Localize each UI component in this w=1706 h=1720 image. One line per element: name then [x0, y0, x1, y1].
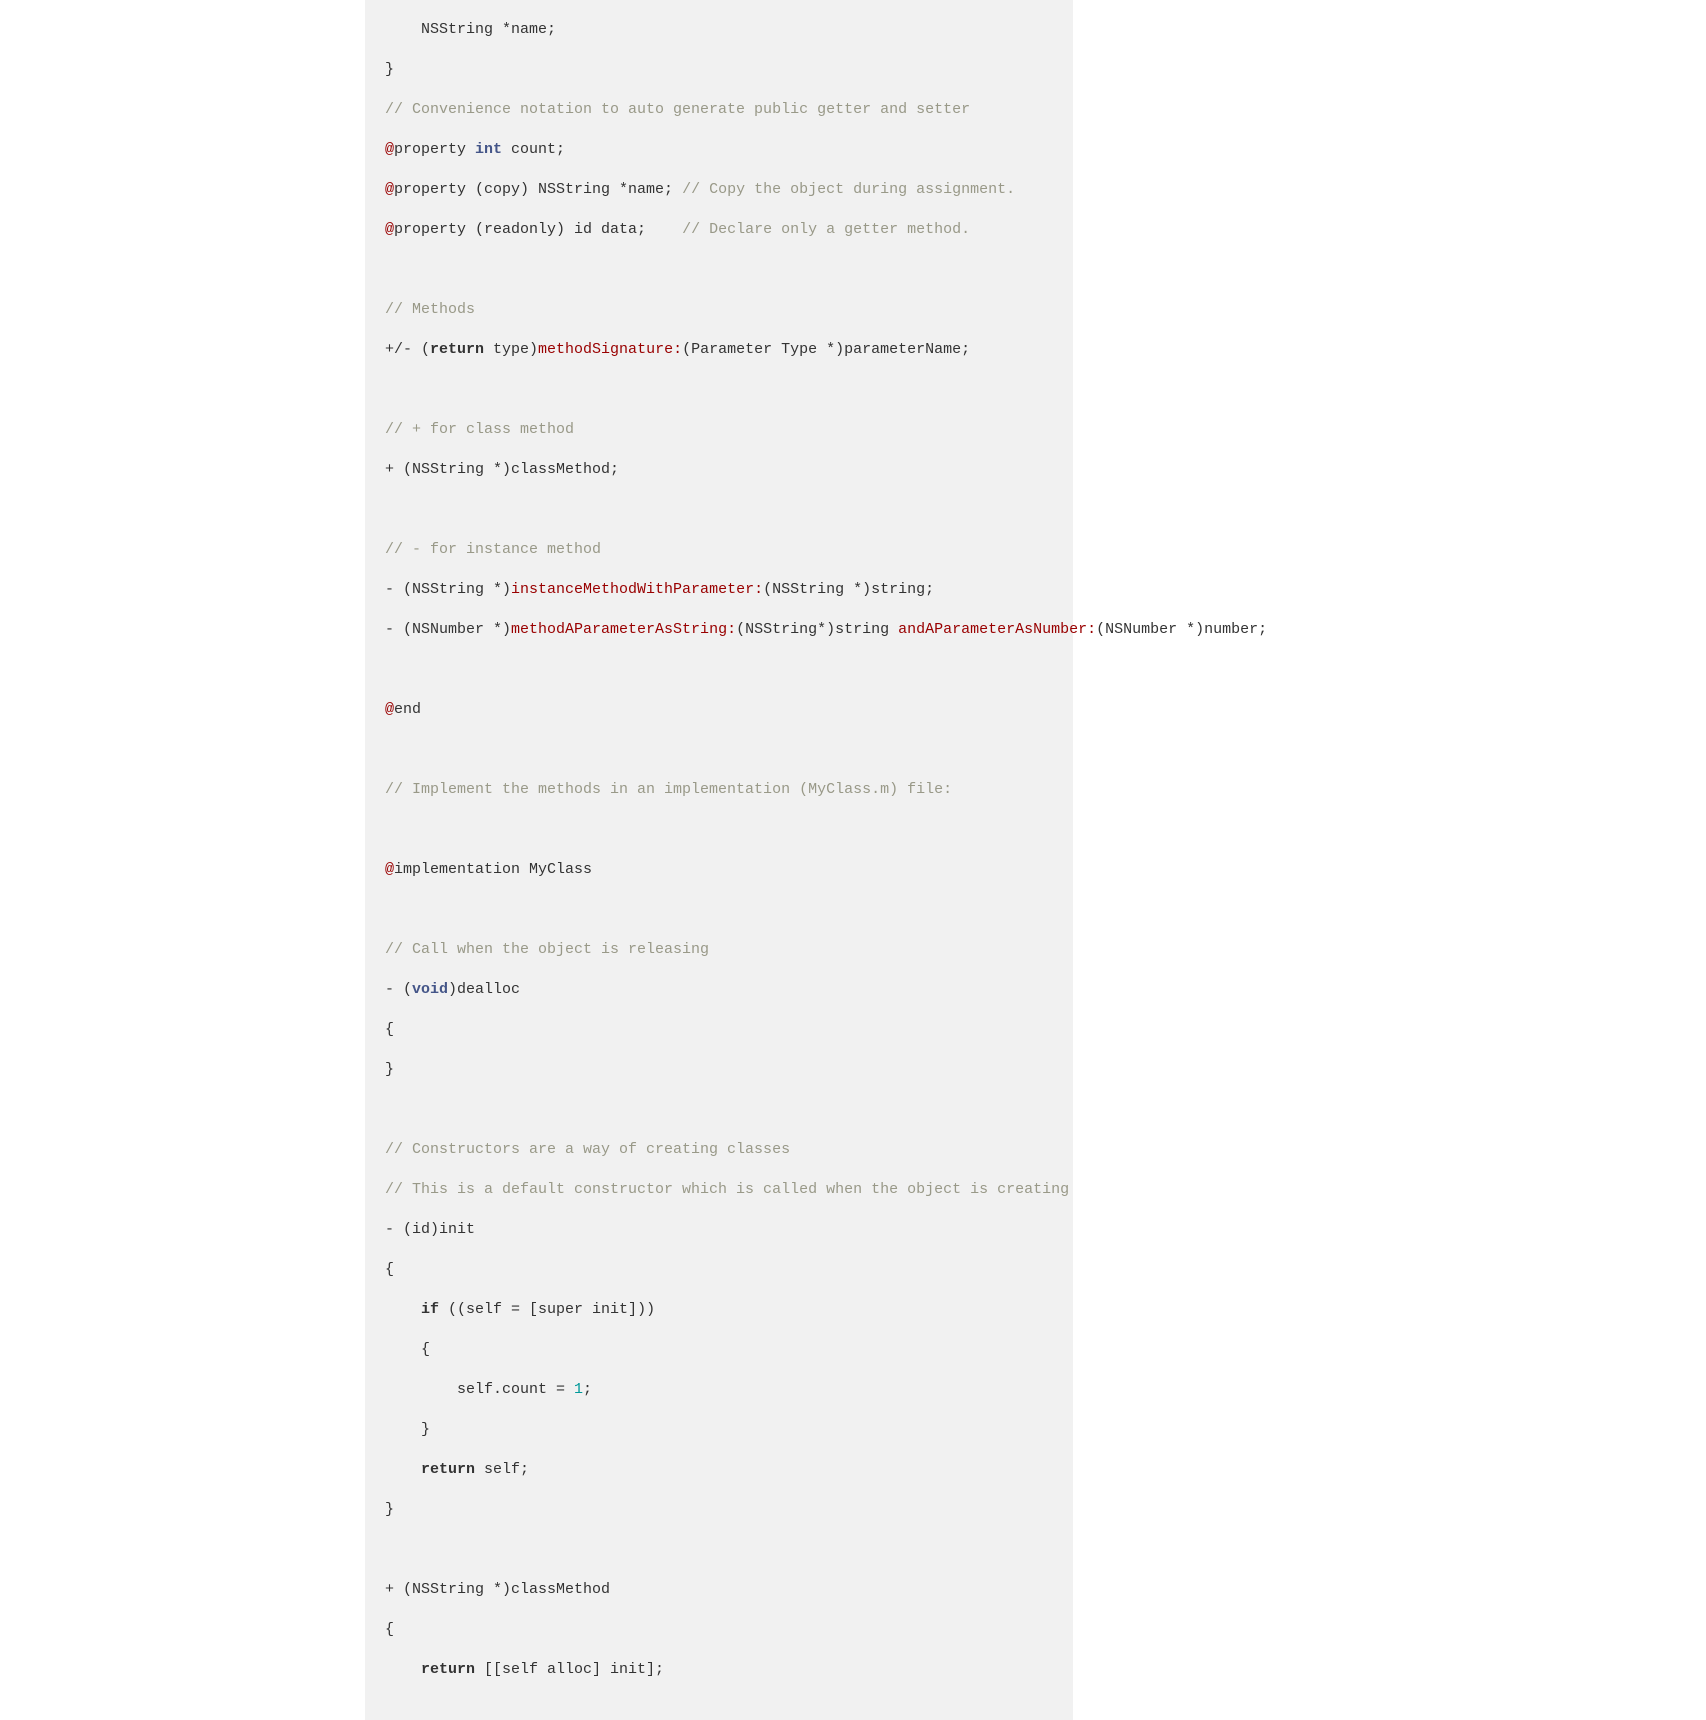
code-line: + (NSString *)classMethod;	[385, 460, 1053, 480]
code-line: if ((self = [super init]))	[385, 1300, 1053, 1320]
blank-line	[385, 1540, 1053, 1560]
code-block: NSString *name; } // Convenience notatio…	[365, 0, 1073, 1720]
code-line: @end	[385, 700, 1053, 720]
code-line: @property (copy) NSString *name; // Copy…	[385, 180, 1053, 200]
code-comment: // - for instance method	[385, 540, 1053, 560]
code-line: }	[385, 1060, 1053, 1080]
code-line: self.count = 1;	[385, 1380, 1053, 1400]
code-line: {	[385, 1340, 1053, 1360]
code-comment: // Methods	[385, 300, 1053, 320]
code-line: +/- (return type)methodSignature:(Parame…	[385, 340, 1053, 360]
code-comment: // Call when the object is releasing	[385, 940, 1053, 960]
page: NSString *name; } // Convenience notatio…	[0, 0, 1706, 997]
code-line: - (void)dealloc	[385, 980, 1053, 1000]
blank-line	[385, 660, 1053, 680]
code-line: + (NSString *)classMethod	[385, 1580, 1053, 1600]
code-line: @implementation MyClass	[385, 860, 1053, 880]
code-line: - (NSNumber *)methodAParameterAsString:(…	[385, 620, 1053, 640]
blank-line	[385, 1100, 1053, 1120]
code-line: {	[385, 1020, 1053, 1040]
blank-line	[385, 900, 1053, 920]
code-comment: // Convenience notation to auto generate…	[385, 100, 1053, 120]
code-line: {	[385, 1620, 1053, 1640]
code-line: {	[385, 1260, 1053, 1280]
code-line: }	[385, 60, 1053, 80]
code-line: }	[385, 1500, 1053, 1520]
code-line: NSString *name;	[385, 20, 1053, 40]
blank-line	[385, 500, 1053, 520]
blank-line	[385, 740, 1053, 760]
code-comment: // This is a default constructor which i…	[385, 1180, 1053, 1200]
blank-line	[385, 260, 1053, 280]
blank-line	[385, 380, 1053, 400]
code-line: }	[385, 1420, 1053, 1440]
code-line: - (id)init	[385, 1220, 1053, 1240]
code-comment: // Constructors are a way of creating cl…	[385, 1140, 1053, 1160]
code-line: @property (readonly) id data; // Declare…	[385, 220, 1053, 240]
code-comment: // + for class method	[385, 420, 1053, 440]
code-line: return [[self alloc] init];	[385, 1660, 1053, 1680]
code-line: return self;	[385, 1460, 1053, 1480]
blank-line	[385, 820, 1053, 840]
code-line: @property int count;	[385, 140, 1053, 160]
code-line: - (NSString *)instanceMethodWithParamete…	[385, 580, 1053, 600]
code-comment: // Implement the methods in an implement…	[385, 780, 1053, 800]
